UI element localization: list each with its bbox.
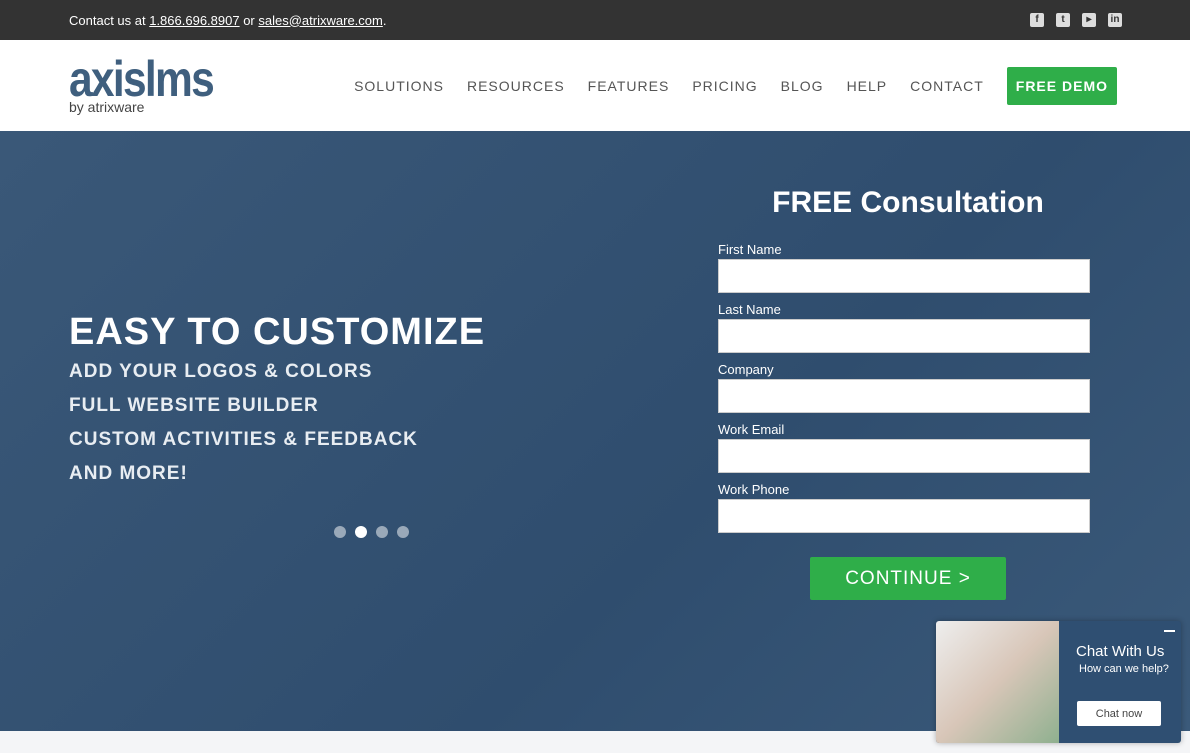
company-field[interactable] xyxy=(718,379,1090,413)
logo[interactable]: axislms by atrixware xyxy=(69,54,238,115)
chat-widget: Chat With Us How can we help? Chat now xyxy=(936,621,1181,743)
facebook-icon[interactable]: f xyxy=(1030,13,1044,27)
work-phone-label: Work Phone xyxy=(718,482,790,497)
slide-dot-active[interactable] xyxy=(355,526,367,538)
youtube-icon[interactable]: ▸ xyxy=(1082,13,1096,27)
minimize-icon[interactable] xyxy=(1164,630,1175,632)
nav-resources[interactable]: RESOURCES xyxy=(467,78,565,94)
nav-blog[interactable]: BLOG xyxy=(781,78,824,94)
chat-title: Chat With Us xyxy=(1076,643,1165,660)
chat-now-button[interactable]: Chat now xyxy=(1077,701,1161,726)
first-name-field[interactable] xyxy=(718,259,1090,293)
last-name-field[interactable] xyxy=(718,319,1090,353)
phone-link[interactable]: 1.866.696.8907 xyxy=(149,13,239,28)
nav-help[interactable]: HELP xyxy=(847,78,888,94)
hero-title: EASY TO CUSTOMIZE xyxy=(69,311,486,353)
work-email-label: Work Email xyxy=(718,422,785,437)
email-link[interactable]: sales@atrixware.com xyxy=(258,13,382,28)
form-title: FREE Consultation xyxy=(772,186,1044,219)
hero-line: AND MORE! xyxy=(69,463,188,484)
main-nav: SOLUTIONS RESOURCES FEATURES PRICING BLO… xyxy=(354,66,1117,105)
continue-button[interactable]: CONTINUE > xyxy=(810,557,1006,600)
first-name-label: First Name xyxy=(718,242,782,257)
consultation-form: FREE Consultation First Name Last Name C… xyxy=(718,186,1090,600)
nav-pricing[interactable]: PRICING xyxy=(692,78,757,94)
slider-dots xyxy=(334,526,409,538)
hero-line: CUSTOM ACTIVITIES & FEEDBACK xyxy=(69,429,418,450)
site-header: axislms by atrixware SOLUTIONS RESOURCES… xyxy=(0,40,1190,131)
chat-subtitle: How can we help? xyxy=(1079,663,1169,675)
work-email-field[interactable] xyxy=(718,439,1090,473)
contact-bar: Contact us at 1.866.696.8907 or sales@at… xyxy=(0,0,1190,40)
hero-line: FULL WEBSITE BUILDER xyxy=(69,395,319,416)
support-agent-image xyxy=(936,621,1059,743)
free-demo-button[interactable]: FREE DEMO xyxy=(1006,66,1117,105)
company-label: Company xyxy=(718,362,774,377)
hero-line: ADD YOUR LOGOS & COLORS xyxy=(69,361,373,382)
nav-features[interactable]: FEATURES xyxy=(588,78,670,94)
contact-text: Contact us at 1.866.696.8907 or sales@at… xyxy=(69,12,387,28)
slide-dot[interactable] xyxy=(376,526,388,538)
work-phone-field[interactable] xyxy=(718,499,1090,533)
slide-dot[interactable] xyxy=(397,526,409,538)
nav-contact[interactable]: CONTACT xyxy=(910,78,984,94)
slide-dot[interactable] xyxy=(334,526,346,538)
twitter-icon[interactable]: t xyxy=(1056,13,1070,27)
nav-solutions[interactable]: SOLUTIONS xyxy=(354,78,444,94)
linkedin-icon[interactable]: in xyxy=(1108,13,1122,27)
last-name-label: Last Name xyxy=(718,302,781,317)
